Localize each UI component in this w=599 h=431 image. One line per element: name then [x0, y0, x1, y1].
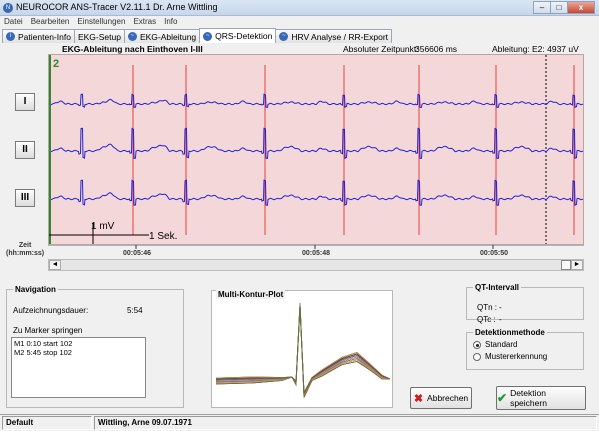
close-button[interactable]: x [567, 1, 595, 14]
lead-label: Ableitung: [492, 44, 530, 54]
marker-listbox[interactable]: M1 0:10 start 102 M2 5:45 stop 102 [11, 337, 146, 398]
scale-sec-label: 1 Sek. [149, 231, 177, 242]
multi-kontur-title: Multi-Kontur-Plot [216, 290, 286, 299]
navigation-legend: Navigation [15, 285, 56, 294]
menu-datei[interactable]: Datei [0, 16, 27, 28]
detection-method-group: Detektionmethode Standard Mustererkennun… [466, 328, 584, 370]
save-label: Detektion speichern [510, 388, 547, 408]
marker-item[interactable]: M1 0:10 start 102 [14, 339, 143, 348]
tab-ekg-setup[interactable]: EKG-Setup [73, 29, 125, 43]
tick-label: 00:05:46 [123, 250, 152, 257]
tick-label: 00:05:48 [302, 250, 331, 257]
tab-patienten-info[interactable]: i Patienten-Info [2, 29, 75, 43]
qt-legend: QT-Intervall [475, 283, 520, 292]
duration-label: Aufzeichnungsdauer: [13, 306, 89, 315]
tab-hrv-analyse[interactable]: ~ HRV Analyse / RR-Export [275, 29, 393, 43]
menu-info[interactable]: Info [160, 16, 181, 28]
qt-interval-group: QT-Intervall QTn : - QTc : - [466, 283, 584, 324]
app-icon: N [3, 3, 13, 13]
tab-label: QRS-Detektion [215, 31, 273, 41]
ecg-chart[interactable]: 2 1 mV 1 Sek. [48, 54, 584, 245]
cancel-button[interactable]: ✖ Abbrechen [410, 387, 472, 409]
radio-standard[interactable]: Standard [473, 340, 583, 349]
jump-label: Zu Marker springen [13, 326, 83, 335]
title-bar: N NEUROCOR ANS-Tracer V2.11.1 Dr. Arne W… [0, 0, 599, 16]
scroll-left-arrow[interactable]: ◄ [49, 260, 61, 270]
menu-bar: Datei Bearbeiten Einstellungen Extras In… [0, 16, 599, 28]
menu-extras[interactable]: Extras [129, 16, 160, 28]
multi-kontur-plot [215, 302, 391, 398]
radio-label: Standard [485, 340, 518, 349]
lead-iii-button[interactable]: III [15, 189, 35, 207]
menu-einstellungen[interactable]: Einstellungen [73, 16, 129, 28]
ecg-icon: ~ [127, 32, 137, 41]
time-axis-label: Zeit (hh:mm:ss) [6, 242, 44, 258]
status-patient: Wittling, Arne 09.07.1971 [94, 416, 597, 430]
lead-ii-trace [50, 127, 584, 160]
checkmark-icon: ✔ [497, 391, 508, 405]
radio-dot[interactable] [473, 352, 481, 361]
patient-icon: i [6, 32, 15, 41]
scroll-right-arrow[interactable]: ► [571, 260, 583, 270]
window-title: NEUROCOR ANS-Tracer V2.11.1 Dr. Arne Wit… [16, 2, 218, 12]
kontur-curve [215, 306, 391, 398]
abs-time-value: 356606 ms [415, 44, 458, 54]
tab-label: EKG-Setup [77, 31, 121, 42]
abs-time-label: Absoluter Zeitpunkt: [343, 44, 419, 54]
scroll-thumb[interactable] [561, 260, 571, 270]
multi-kontur-panel: Multi-Kontur-Plot [211, 290, 393, 408]
time-scrollbar[interactable]: ◄ ► [48, 259, 584, 271]
tab-label: Patienten-Info [18, 31, 71, 42]
marker-item[interactable]: M2 5:45 stop 102 [14, 348, 143, 357]
lead-iii-trace [50, 179, 584, 206]
radio-mustererkennung[interactable]: Mustererkennung [473, 352, 583, 361]
radio-label: Mustererkennung [485, 352, 548, 361]
save-detection-button[interactable]: ✔ Detektion speichern [496, 386, 586, 410]
navigation-group: Navigation Aufzeichnungsdauer: 5:54 Zu M… [6, 285, 184, 408]
qtn-value: - [499, 303, 502, 312]
lead-ii-button[interactable]: II [15, 141, 35, 159]
radio-dot-checked[interactable] [473, 340, 481, 349]
window-controls: – □ x [533, 1, 595, 14]
scale-mv-label: 1 mV [91, 221, 115, 232]
qrs-icon: ~ [203, 31, 213, 41]
ecg-title: EKG-Ableitung nach Einthoven I-III [62, 44, 203, 54]
qtn-label: QTn : [477, 303, 498, 312]
tab-qrs-detektion[interactable]: ~ QRS-Detektion [199, 28, 277, 43]
detection-legend: Detektionmethode [475, 328, 545, 337]
status-profile: Default [2, 416, 92, 430]
tab-label: HRV Analyse / RR-Export [291, 31, 389, 42]
tick-label: 00:05:50 [480, 250, 509, 257]
duration-value: 5:54 [127, 306, 143, 315]
marker-number: 2 [53, 58, 59, 70]
tab-label: EKG-Ableitung [139, 31, 197, 42]
hrv-icon: ~ [279, 32, 289, 41]
minimize-button[interactable]: – [533, 1, 551, 14]
lead-i-trace [50, 93, 584, 109]
qtc-value: - [499, 315, 502, 324]
time-axis-label-1: Zeit [18, 242, 32, 249]
qtc-label: QTc : [477, 315, 496, 324]
time-axis-label-2: (hh:mm:ss) [6, 250, 45, 257]
lead-value: E2: 4937 uV [532, 44, 579, 54]
maximize-button[interactable]: □ [550, 1, 568, 14]
lead-i-button[interactable]: I [15, 93, 35, 111]
tab-bar: i Patienten-Info EKG-Setup ~ EKG-Ableitu… [2, 28, 393, 43]
cancel-label: Abbrechen [427, 393, 469, 403]
cancel-icon: ✖ [413, 392, 424, 405]
tab-ekg-ableitung[interactable]: ~ EKG-Ableitung [123, 29, 201, 43]
status-bar: Default Wittling, Arne 09.07.1971 [0, 414, 599, 431]
ecg-traces: 2 1 mV 1 Sek. [49, 55, 584, 244]
menu-bearbeiten[interactable]: Bearbeiten [27, 16, 74, 28]
